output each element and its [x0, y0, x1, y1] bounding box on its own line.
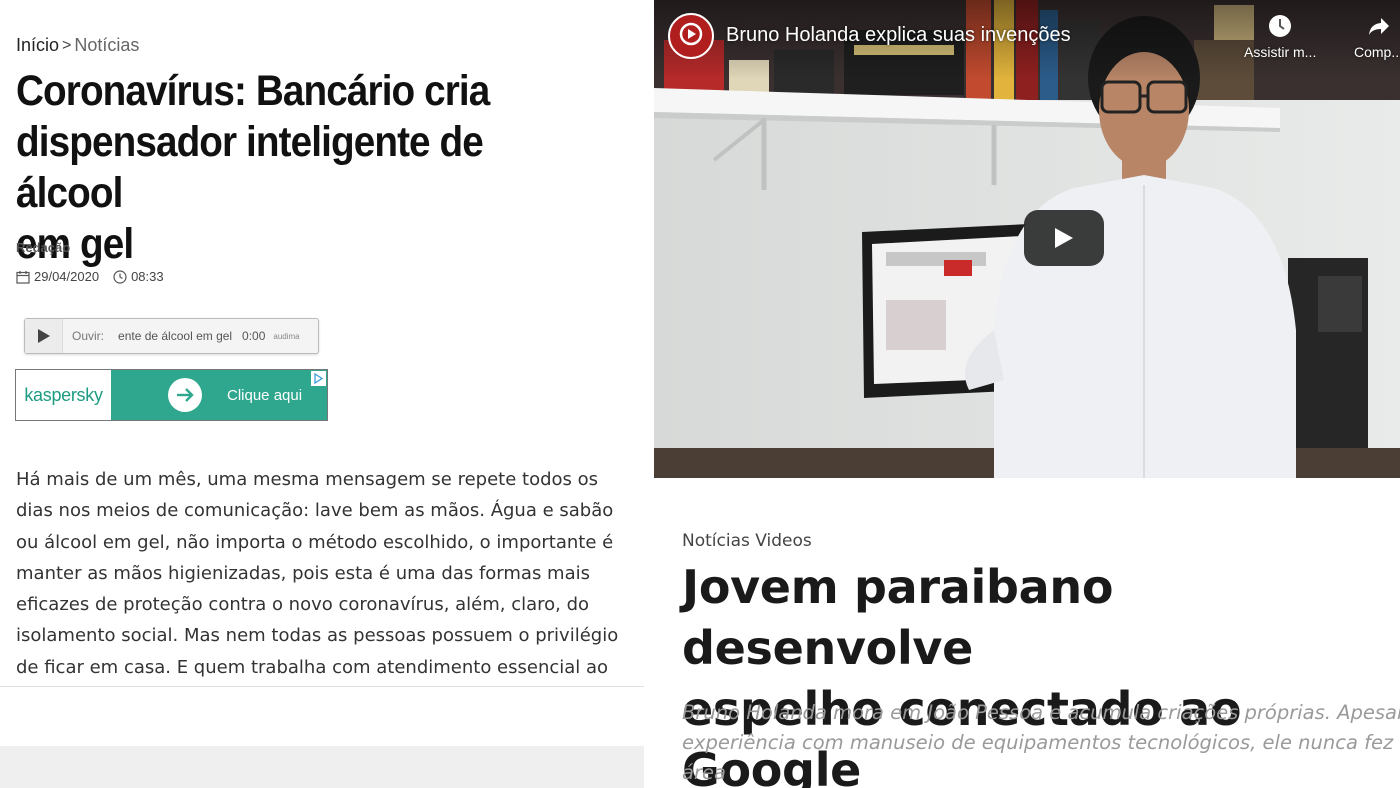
- video-play-button[interactable]: [1024, 210, 1104, 266]
- clock-icon: [1269, 15, 1292, 37]
- article-meta: 29/04/2020 08:33: [16, 269, 164, 284]
- watch-later-button[interactable]: Assistir m...: [1244, 14, 1316, 60]
- calendar-icon: [16, 270, 30, 284]
- play-icon: [37, 329, 50, 343]
- audio-track-title: ente de álcool em gel: [118, 329, 233, 343]
- right-article-panel: Bruno Holanda explica suas invenções Ass…: [654, 0, 1400, 788]
- breadcrumb-current-link[interactable]: Notícias: [74, 35, 139, 56]
- breadcrumb: Início > Notícias: [16, 35, 139, 56]
- ad-banner[interactable]: kaspersky Clique aqui: [15, 369, 328, 421]
- video-player[interactable]: Bruno Holanda explica suas invenções Ass…: [654, 0, 1400, 478]
- video-article-subtitle: Bruno Holanda mora em João Pessoa e acum…: [682, 698, 1400, 788]
- clock-icon: [113, 269, 127, 284]
- article-body: Há mais de um mês, uma mesma mensagem se…: [16, 469, 619, 678]
- arrow-right-icon: [168, 378, 202, 412]
- audio-play-button[interactable]: [25, 319, 63, 353]
- ad-brand-logo: kaspersky: [16, 370, 111, 420]
- subtitle-line: Bruno Holanda mora em João Pessoa e acum…: [682, 701, 1400, 724]
- share-icon: [1368, 18, 1389, 35]
- video-category-link[interactable]: Notícias Videos: [682, 531, 812, 551]
- audio-duration: 0:00: [242, 329, 266, 343]
- audio-player: Ouvir: ente de álcool em gel 0:00 audima: [24, 318, 319, 354]
- share-label: Comp...: [1354, 44, 1400, 60]
- audio-brand[interactable]: audima: [273, 332, 299, 341]
- article-title: Coronavírus: Bancário cria dispensador i…: [16, 67, 490, 268]
- left-article-panel: Início > Notícias Coronavírus: Bancário …: [0, 0, 644, 788]
- breadcrumb-separator: >: [62, 36, 72, 54]
- ad-cta-label: Clique aqui: [227, 386, 303, 404]
- breadcrumb-home-link[interactable]: Início: [16, 35, 59, 56]
- ad-cta-area[interactable]: Clique aqui: [111, 370, 327, 420]
- footer-bar: [0, 746, 644, 788]
- article-author: Redação: [16, 240, 71, 255]
- adchoices-icon[interactable]: [311, 371, 326, 386]
- subtitle-line: área: [682, 761, 726, 784]
- video-title[interactable]: Bruno Holanda explica suas invenções: [726, 24, 1071, 47]
- article-time: 08:33: [131, 269, 164, 284]
- divider: [0, 686, 644, 687]
- channel-play-icon: [679, 22, 703, 46]
- channel-logo[interactable]: [668, 13, 714, 59]
- play-icon: [1055, 228, 1073, 248]
- article-time-group: 08:33: [113, 269, 164, 284]
- watch-later-label: Assistir m...: [1244, 44, 1317, 60]
- subtitle-line: experiência com manuseio de equipamentos…: [682, 731, 1400, 754]
- audio-label: Ouvir:: [72, 329, 105, 343]
- article-date: 29/04/2020: [34, 269, 100, 284]
- share-button[interactable]: Comp...: [1354, 14, 1400, 60]
